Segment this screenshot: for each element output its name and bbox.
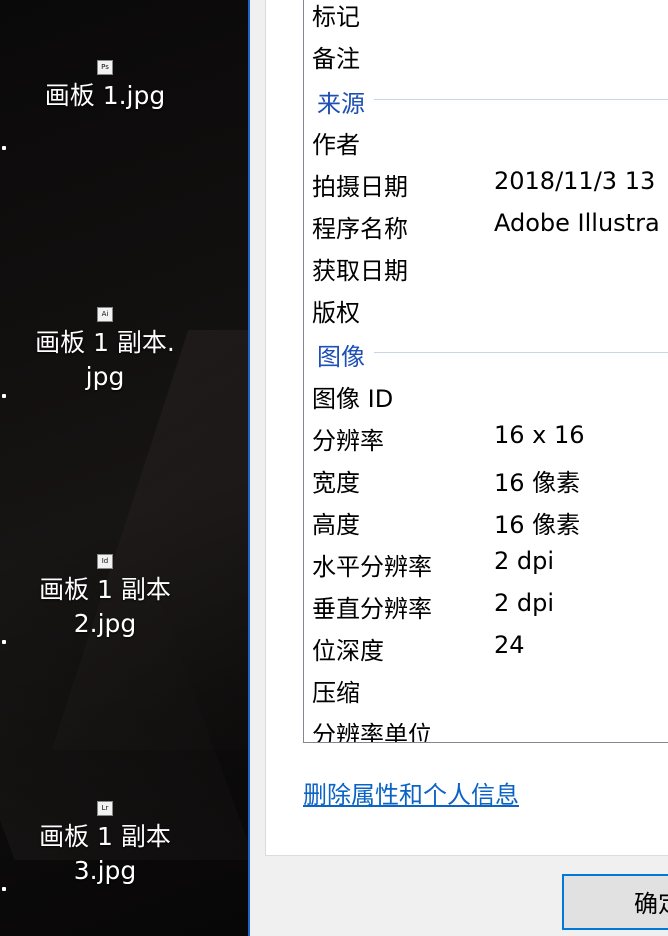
- properties-list[interactable]: 标记 备注 来源 作者 拍摄日期 2018/11/3 13 程序名称 Adobe…: [303, 0, 668, 743]
- property-name: 分辨率: [312, 427, 384, 455]
- desktop-file-2[interactable]: Ai 画板 1 副本. jpg: [0, 307, 210, 394]
- property-value: 2 dpi: [494, 589, 555, 617]
- property-value: 16 像素: [494, 469, 581, 497]
- property-value: 2018/11/3 13: [494, 167, 656, 195]
- property-name: 图像 ID: [312, 385, 394, 413]
- property-value: 24: [494, 631, 525, 659]
- desktop-file-name: 画板 1 副本: [39, 822, 171, 851]
- remove-properties-link[interactable]: 删除属性和个人信息: [303, 775, 519, 810]
- property-name: 获取日期: [312, 257, 408, 285]
- desktop-file-3[interactable]: Id 画板 1 副本 2.jpg: [0, 554, 210, 641]
- property-value: Adobe Illustra: [494, 209, 660, 237]
- desktop-file-name: 画板 1 副本: [39, 575, 171, 604]
- property-name: 宽度: [312, 469, 360, 497]
- desktop-file-4[interactable]: Lr 画板 1 副本 3.jpg: [0, 801, 210, 888]
- property-name: 标记: [312, 3, 360, 31]
- photoshop-file-icon: Ps: [97, 60, 113, 75]
- desktop-area: Ps 画板 1.jpg Ai 画板 1 副本. jpg Id 画板 1 副本 2…: [0, 0, 248, 936]
- property-name: 备注: [312, 45, 360, 73]
- property-name: 高度: [312, 511, 360, 539]
- property-name: 垂直分辨率: [312, 595, 432, 623]
- property-name: 分辨率单位: [312, 721, 432, 743]
- desktop-file-name: 画板 1.jpg: [44, 81, 166, 110]
- desktop-file-name-line2: 3.jpg: [73, 856, 137, 885]
- desktop-file-name-line2: jpg: [85, 362, 125, 391]
- selection-dot: [2, 640, 6, 644]
- selection-dot: [2, 394, 6, 398]
- illustrator-file-icon: Ai: [97, 307, 113, 322]
- property-name: 水平分辨率: [312, 553, 432, 581]
- section-divider: [374, 352, 668, 353]
- property-name: 位深度: [312, 637, 384, 665]
- property-name: 程序名称: [312, 215, 408, 243]
- section-header-source: 来源: [317, 90, 365, 118]
- section-header-image: 图像: [317, 343, 365, 371]
- desktop-file-name-line2: 2.jpg: [73, 609, 137, 638]
- property-value: 2 dpi: [494, 547, 555, 575]
- property-name: 版权: [312, 299, 360, 327]
- desktop-file-1[interactable]: Ps 画板 1.jpg: [0, 60, 210, 113]
- property-name: 压缩: [312, 679, 360, 707]
- property-value: 16 x 16: [494, 421, 585, 449]
- indesign-file-icon: Id: [97, 554, 113, 569]
- ok-button[interactable]: 确定: [562, 874, 668, 930]
- property-name: 作者: [312, 131, 360, 159]
- selection-dot: [2, 887, 6, 891]
- property-value: 16 像素: [494, 511, 581, 539]
- desktop-file-name: 画板 1 副本.: [35, 328, 175, 357]
- property-name: 拍摄日期: [312, 173, 408, 201]
- lightroom-file-icon: Lr: [97, 801, 113, 816]
- section-divider: [374, 99, 668, 100]
- selection-dot: [2, 146, 6, 150]
